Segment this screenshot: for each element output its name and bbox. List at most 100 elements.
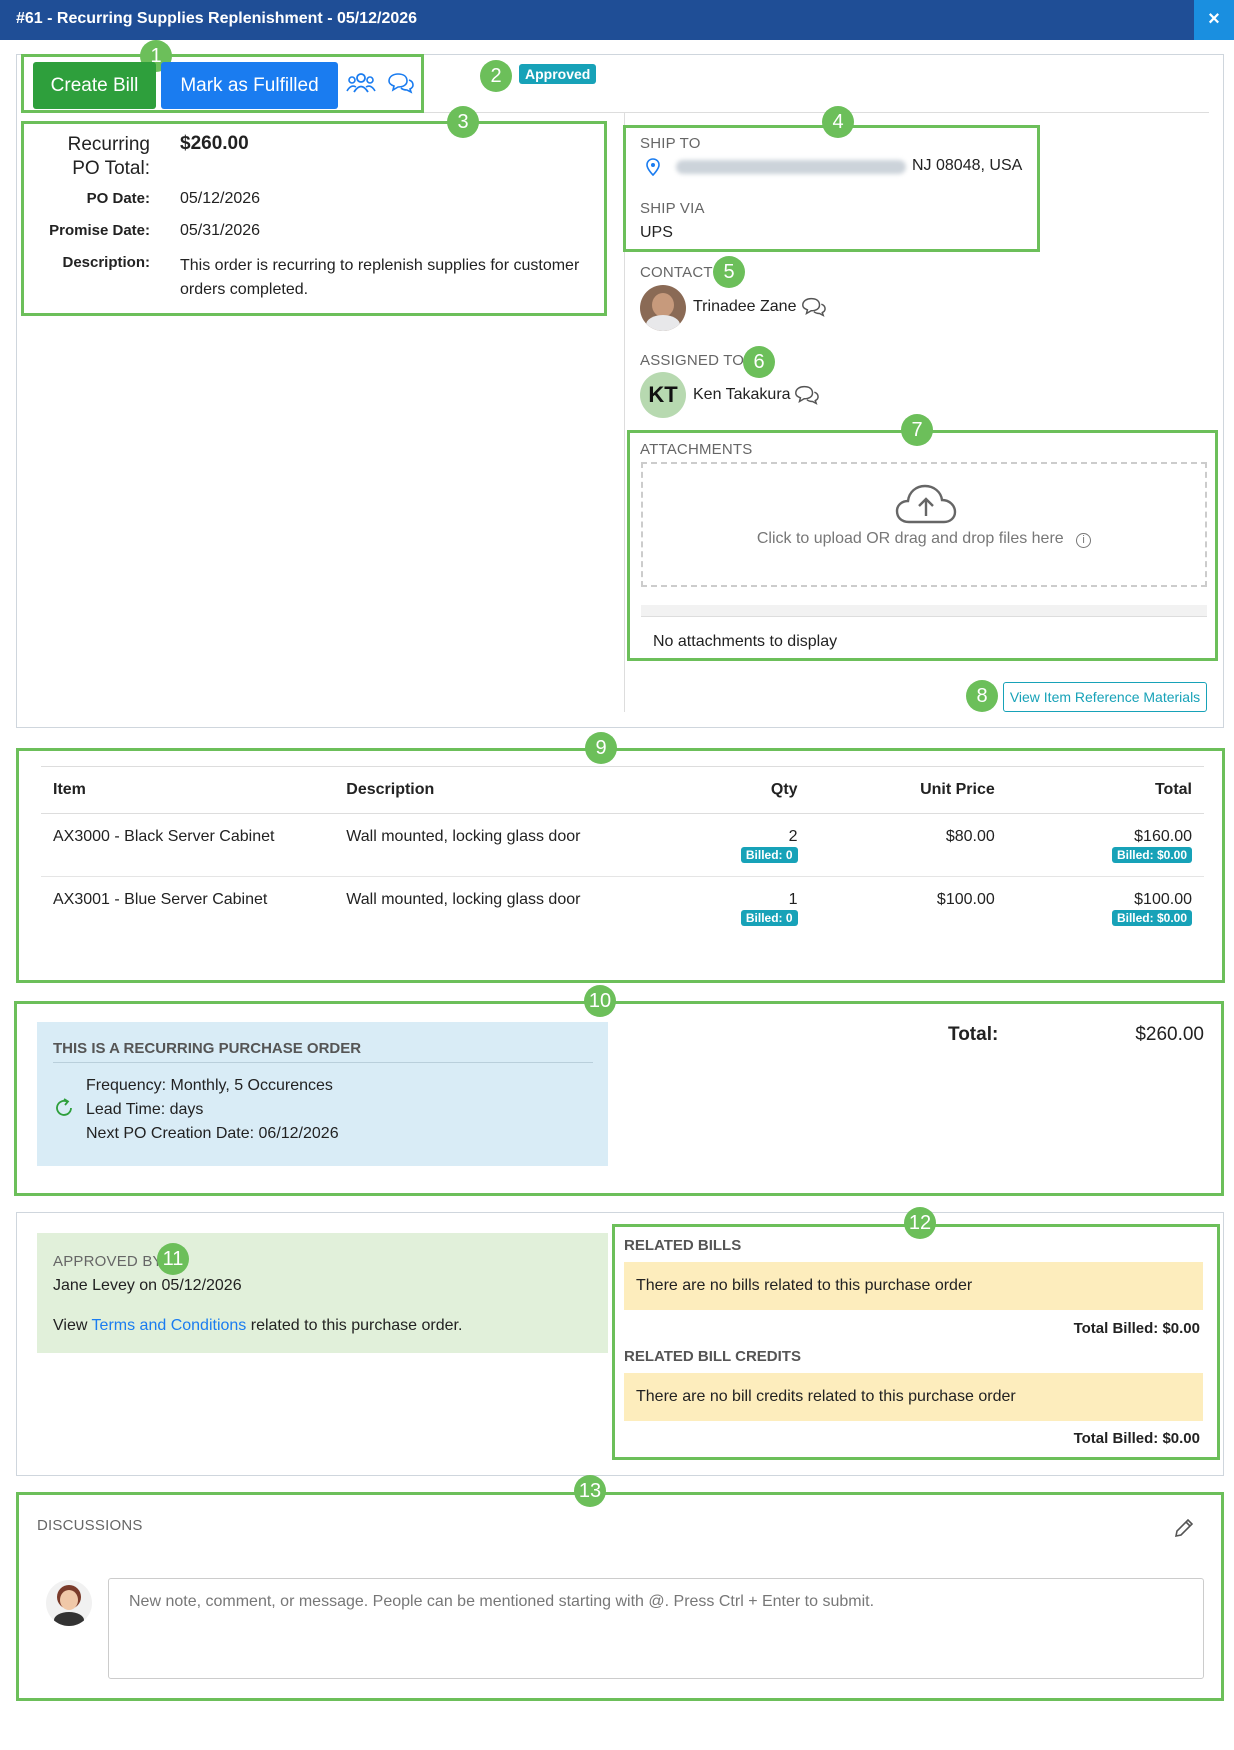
bills-total-billed: Total Billed: $0.00 [1073, 1320, 1200, 1337]
callout-4: 4 [822, 106, 854, 138]
callout-2: 2 [480, 60, 512, 92]
attachments-label: ATTACHMENTS [640, 441, 753, 458]
recurring-info-box: THIS IS A RECURRING PURCHASE ORDER Frequ… [37, 1022, 608, 1166]
table-row: AX3001 - Blue Server Cabinet Wall mounte… [41, 877, 1204, 940]
assignee-chat-icon[interactable] [793, 384, 819, 406]
recurring-divider [53, 1062, 593, 1063]
grand-total-label: Total: [948, 1024, 999, 1045]
terms-rest-text: related to this purchase order. [250, 1317, 463, 1334]
followers-icon[interactable] [346, 72, 376, 94]
po-total-label-line1: Recurring [67, 134, 150, 155]
recurring-next-date: Next PO Creation Date: 06/12/2026 [86, 1125, 339, 1142]
item-name: AX3000 - Black Server Cabinet [41, 813, 335, 877]
contact-label: CONTACT [640, 264, 713, 281]
ship-to-label: SHIP TO [640, 135, 701, 152]
approval-box: APPROVED BY Jane Levey on 05/12/2026 Vie… [37, 1233, 608, 1353]
attachments-table-header [641, 605, 1207, 617]
recurring-icon [56, 1098, 72, 1116]
dropzone-text: Click to upload OR drag and drop files h… [756, 530, 1064, 547]
edit-pencil-icon[interactable] [1172, 1516, 1196, 1540]
po-total-value: $260.00 [180, 133, 249, 154]
item-total-cell: $160.00 Billed: $0.00 [1006, 813, 1204, 877]
window-titlebar: #61 - Recurring Supplies Replenishment -… [0, 0, 1234, 40]
col-total: Total [1006, 766, 1204, 814]
terms-line: View Terms and Conditions related to thi… [53, 1317, 462, 1335]
item-total-cell: $100.00 Billed: $0.00 [1007, 877, 1204, 940]
promise-date-value: 05/31/2026 [180, 222, 261, 239]
assignee-avatar: KT [640, 372, 686, 418]
item-description: Wall mounted, locking glass door [346, 891, 581, 908]
assignee-name[interactable]: Ken Takakura [693, 386, 791, 404]
no-attachments-text: No attachments to display [653, 633, 838, 650]
status-badge: Approved [519, 64, 597, 84]
items-table: Item Description Qty Unit Price Total AX… [41, 766, 1204, 939]
table-row: AX3000 - Black Server Cabinet Wall mount… [41, 813, 1204, 877]
window-title: #61 - Recurring Supplies Replenishment -… [16, 10, 418, 27]
col-description: Description [334, 766, 638, 814]
col-unit-price: Unit Price [809, 766, 1007, 814]
po-date-value: 05/12/2026 [180, 190, 261, 207]
callout-6: 6 [743, 346, 775, 378]
mark-as-fulfilled-button[interactable]: Mark as Fulfilled [161, 62, 338, 109]
item-unit-price: $100.00 [936, 891, 995, 908]
terms-view-text: View [53, 1317, 88, 1334]
item-qty-cell: 1 Billed: 0 [638, 877, 810, 940]
promise-date-label: Promise Date: [49, 222, 150, 239]
ship-to-address: NJ 08048, USA [912, 157, 1023, 174]
grand-total-value: $260.00 [1135, 1024, 1204, 1045]
map-pin-icon [646, 158, 660, 176]
callout-11: 11 [157, 1243, 189, 1275]
info-icon[interactable]: i [1076, 533, 1092, 548]
approved-by-value: Jane Levey on 05/12/2026 [53, 1277, 242, 1294]
item-qty: 1 [788, 891, 798, 908]
related-bills-label: RELATED BILLS [624, 1237, 742, 1254]
callout-box-related [612, 1224, 1220, 1460]
recurring-lead-time: Lead Time: days [86, 1101, 204, 1118]
description-value: This order is recurring to replenish sup… [180, 257, 580, 298]
description-label: Description: [62, 254, 150, 271]
recurring-frequency: Frequency: Monthly, 5 Occurences [86, 1077, 333, 1094]
view-item-reference-button[interactable]: View Item Reference Materials [1003, 682, 1207, 712]
approved-by-label: APPROVED BY [53, 1253, 163, 1270]
close-button[interactable]: × [1194, 0, 1234, 40]
create-bill-button[interactable]: Create Bill [33, 62, 156, 109]
contact-avatar [640, 285, 686, 331]
col-qty: Qty [637, 766, 810, 814]
item-name: AX3001 - Blue Server Cabinet [53, 891, 268, 908]
cloud-upload-icon [895, 484, 957, 524]
po-date-label: PO Date: [86, 190, 150, 207]
related-credits-label: RELATED BILL CREDITS [624, 1348, 801, 1365]
no-credits-alert: There are no bill credits related to thi… [624, 1373, 1203, 1421]
credits-total-billed: Total Billed: $0.00 [1073, 1430, 1200, 1447]
item-description: Wall mounted, locking glass door [334, 813, 638, 877]
callout-7: 7 [901, 414, 933, 446]
callout-8: 8 [966, 680, 998, 712]
callout-9: 9 [585, 732, 617, 764]
current-user-avatar [46, 1580, 92, 1626]
col-item: Item [41, 766, 335, 814]
discussion-input[interactable]: New note, comment, or message. People ca… [108, 1578, 1204, 1679]
billed-qty-badge: Billed: 0 [740, 847, 798, 863]
terms-link[interactable]: Terms and Conditions [92, 1317, 247, 1334]
item-total: $160.00 [1134, 828, 1192, 845]
callout-10: 10 [584, 985, 616, 1017]
contact-chat-icon[interactable] [800, 296, 826, 318]
item-total: $100.00 [1134, 891, 1192, 908]
ship-to-address-redacted [676, 160, 906, 174]
billed-total-badge: Billed: $0.00 [1111, 847, 1192, 863]
recurring-title: THIS IS A RECURRING PURCHASE ORDER [53, 1040, 362, 1057]
callout-3: 3 [447, 106, 479, 138]
callout-5: 5 [713, 256, 745, 288]
ship-via-value: UPS [640, 224, 673, 241]
file-dropzone[interactable]: Click to upload OR drag and drop files h… [641, 462, 1207, 587]
billed-qty-badge: Billed: 0 [740, 910, 798, 926]
contact-name[interactable]: Trinadee Zane [693, 298, 796, 316]
callout-12: 12 [904, 1207, 936, 1239]
chat-icon[interactable] [386, 72, 414, 94]
recurring-details: Frequency: Monthly, 5 Occurences Lead Ti… [86, 1074, 339, 1146]
items-table-wrap: Item Description Qty Unit Price Total AX… [41, 766, 1204, 939]
billed-total-badge: Billed: $0.00 [1111, 910, 1192, 926]
callout-13: 13 [574, 1475, 606, 1507]
po-total-label-line2: PO Total: [72, 158, 150, 179]
items-header-row: Item Description Qty Unit Price Total [41, 766, 1204, 814]
